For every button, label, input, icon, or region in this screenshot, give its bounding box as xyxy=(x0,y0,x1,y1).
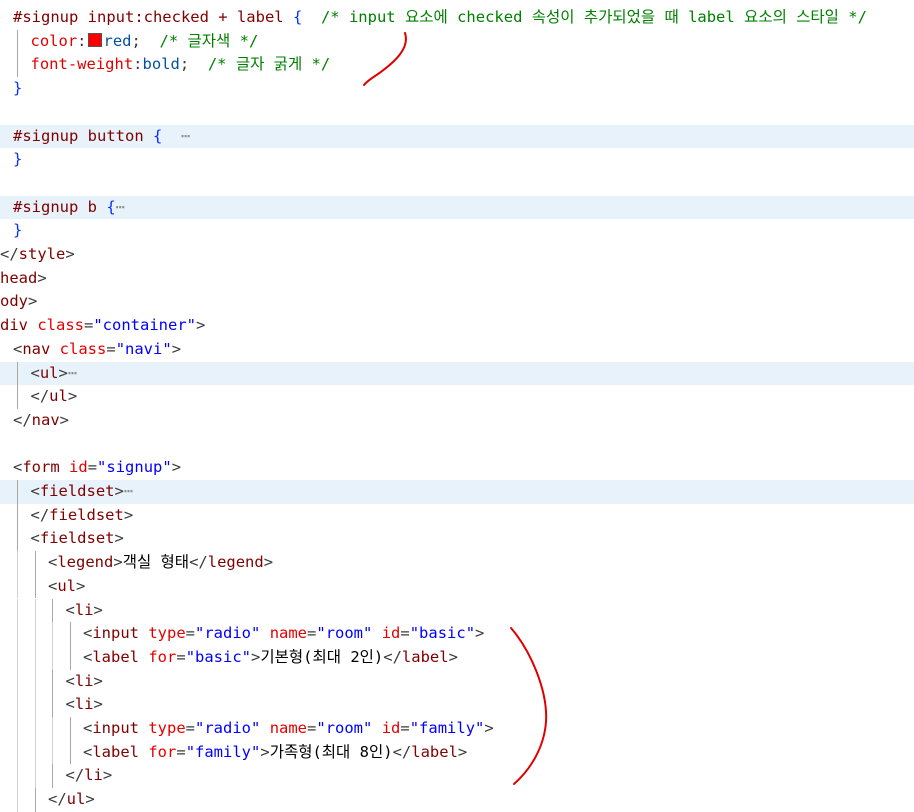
annotation-bracket-right xyxy=(510,627,548,785)
annotation-stroke-top xyxy=(363,32,407,86)
handwritten-annotations xyxy=(363,32,548,785)
